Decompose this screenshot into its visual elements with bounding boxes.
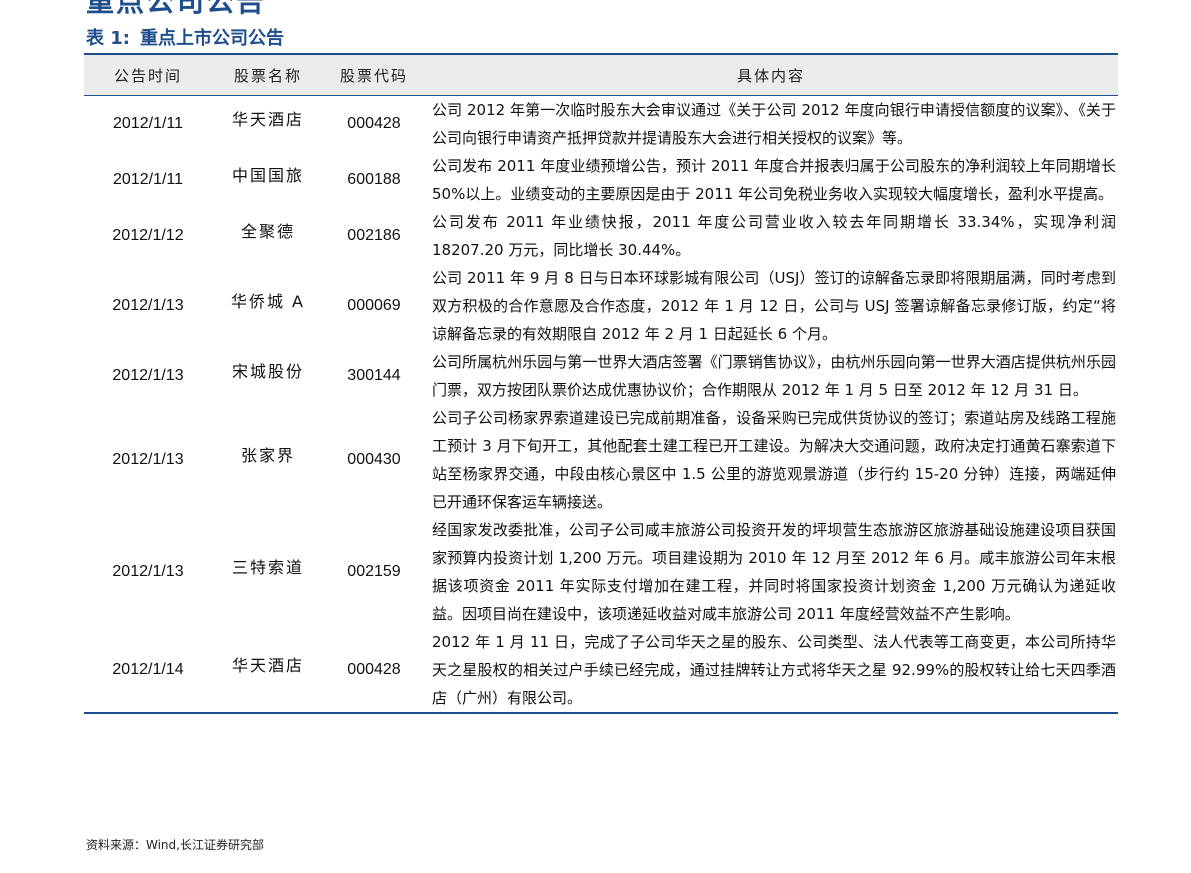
table-caption-label: 表 1:: [86, 28, 130, 49]
cell-content: 公司 2011 年 9 月 8 日与日本环球影城有限公司（USJ）签订的谅解备忘…: [432, 269, 1116, 343]
cell-date: 2012/1/14: [84, 628, 212, 714]
header-stock-name: 股票名称: [212, 53, 324, 96]
cell-stock-name-wrap: 中国国旅: [212, 152, 324, 208]
cell-stock-name: 中国国旅: [231, 166, 304, 185]
table-caption-title: 重点上市公司公告: [140, 28, 284, 49]
cell-stock-name-wrap: 宋城股份: [212, 348, 324, 404]
table-row: 2012/1/13 张家界 000430 公司子公司杨家界索道建设已完成前期准备…: [84, 404, 1118, 516]
cell-date: 2012/1/13: [112, 563, 184, 580]
cell-stock-name: 华天酒店: [231, 110, 304, 129]
cell-content: 公司所属杭州乐园与第一世界大酒店签署《门票销售协议》，由杭州乐园向第一世界大酒店…: [432, 353, 1116, 399]
table-row: 2012/1/13 华侨城 A 000069 公司 2011 年 9 月 8 日…: [84, 264, 1118, 348]
table-row: 2012/1/12 全聚德 002186 公司发布 2011 年业绩快报，201…: [84, 208, 1118, 264]
cell-stock-code: 000430: [347, 451, 401, 468]
header-content: 具体内容: [424, 53, 1118, 96]
cell-content: 公司子公司杨家界索道建设已完成前期准备，设备采购已完成供货协议的签订；索道站房及…: [432, 409, 1116, 511]
cell-stock-name: 宋城股份: [231, 362, 304, 381]
cell-date: 2012/1/13: [112, 297, 184, 314]
cell-date: 2012/1/11: [113, 115, 183, 132]
cell-stock-code: 000069: [347, 297, 401, 314]
table-row: 2012/1/13 三特索道 002159 经国家发改委批准，公司子公司咸丰旅游…: [84, 516, 1118, 628]
cell-content: 公司发布 2011 年度业绩预增公告，预计 2011 年度合并报表归属于公司股东…: [432, 157, 1116, 203]
section-heading: 重点公司公告: [86, 0, 267, 18]
table-row: 2012/1/11 华天酒店 000428 公司 2012 年第一次临时股东大会…: [84, 96, 1118, 153]
table-row: 2012/1/14 华天酒店 000428 2012 年 1 月 11 日，完成…: [84, 628, 1118, 714]
cell-stock-code: 000428: [324, 628, 424, 714]
cell-stock-name-wrap: 全聚德: [212, 208, 324, 264]
header-date: 公告时间: [84, 53, 212, 96]
cell-stock-code: 002159: [347, 563, 401, 580]
cell-date: 2012/1/12: [112, 227, 184, 244]
table-row: 2012/1/11 中国国旅 600188 公司发布 2011 年度业绩预增公告…: [84, 152, 1118, 208]
cell-stock-name-wrap: 华天酒店: [212, 96, 324, 153]
cell-date: 2012/1/13: [112, 367, 184, 384]
cell-date: 2012/1/13: [112, 451, 184, 468]
cell-content: 经国家发改委批准，公司子公司咸丰旅游公司投资开发的坪坝营生态旅游区旅游基础设施建…: [432, 521, 1116, 623]
cell-date: 2012/1/11: [113, 171, 183, 188]
announcements-table: 公告时间 股票名称 股票代码 具体内容 2012/1/11 华天酒店 00042…: [84, 53, 1118, 714]
cell-stock-name: 全聚德: [240, 222, 295, 241]
cell-stock-name-wrap: 三特索道: [212, 516, 324, 628]
cell-stock-name-wrap: 华天酒店: [212, 628, 324, 714]
cell-stock-name-wrap: 张家界: [212, 404, 324, 516]
cell-stock-name: 三特索道: [231, 558, 304, 577]
cell-stock-name: 华侨城 A: [230, 292, 306, 311]
table-header-row: 公告时间 股票名称 股票代码 具体内容: [84, 53, 1118, 96]
cell-content: 公司发布 2011 年业绩快报，2011 年度公司营业收入较去年同期增长 33.…: [432, 213, 1116, 259]
source-note: 资料来源：Wind,长江证券研究部: [86, 838, 264, 852]
cell-stock-code: 300144: [347, 367, 401, 384]
cell-stock-code: 000428: [347, 115, 401, 132]
cell-stock-code: 002186: [347, 227, 401, 244]
cell-content: 2012 年 1 月 11 日，完成了子公司华天之星的股东、公司类型、法人代表等…: [424, 628, 1118, 714]
table-row: 2012/1/13 宋城股份 300144 公司所属杭州乐园与第一世界大酒店签署…: [84, 348, 1118, 404]
cell-stock-code: 600188: [347, 171, 401, 188]
cell-stock-name: 华天酒店: [231, 656, 304, 675]
cell-stock-name: 张家界: [240, 446, 295, 465]
table-caption: 表 1: 重点上市公司公告: [86, 24, 284, 50]
cell-content: 公司 2012 年第一次临时股东大会审议通过《关于公司 2012 年度向银行申请…: [432, 101, 1116, 147]
cell-stock-name-wrap: 华侨城 A: [212, 264, 324, 348]
header-stock-code: 股票代码: [324, 53, 424, 96]
